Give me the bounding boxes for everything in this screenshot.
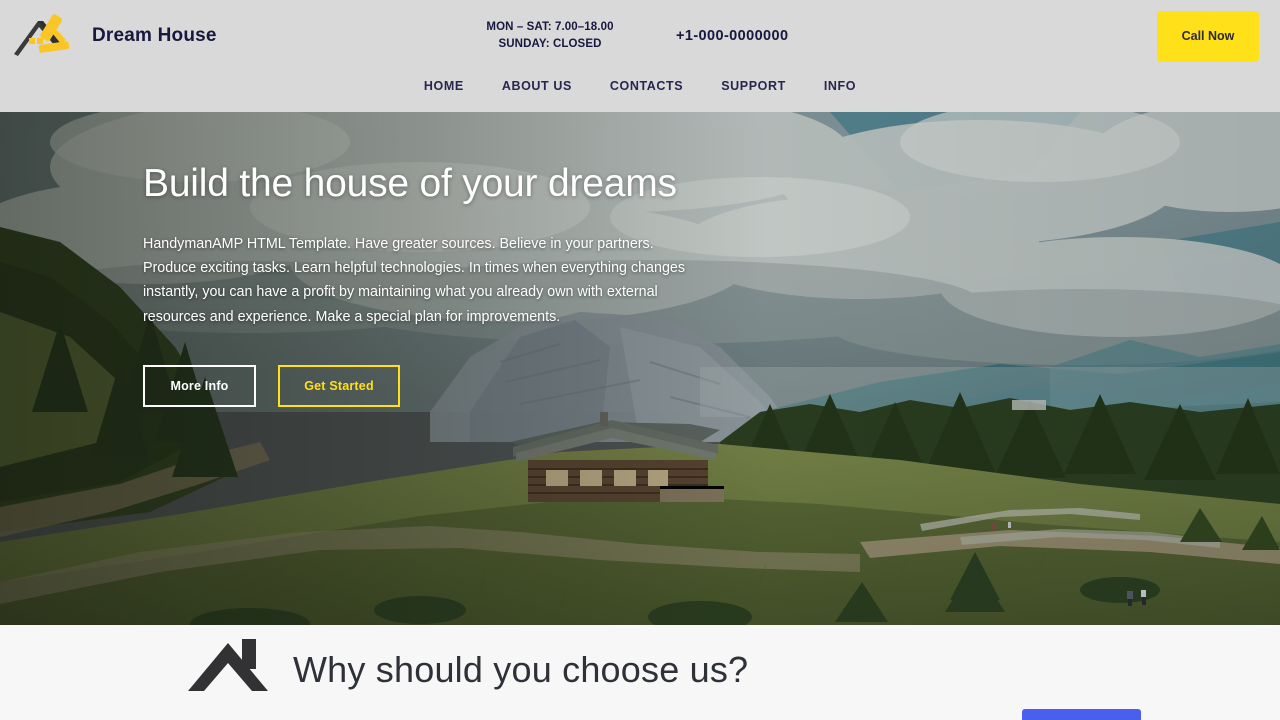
hours-sunday: SUNDAY: CLOSED [498,38,602,50]
opening-hours: MON – SAT: 7.00–18.00 SUNDAY: CLOSED [484,19,616,53]
nav-item-home[interactable]: HOME [424,79,464,93]
nav-item-about-us[interactable]: ABOUT US [502,79,572,93]
call-now-button[interactable]: Call Now [1157,11,1259,62]
house-roller-logo-icon [14,14,70,56]
nav-item-contacts[interactable]: CONTACTS [610,79,683,93]
hero-content: Build the house of your dreams HandymanA… [143,160,743,407]
house-roof-icon [188,639,268,691]
site-header: Dream House MON – SAT: 7.00–18.00 SUNDAY… [0,0,1280,112]
brand-name: Dream House [92,25,217,46]
accent-action-bar[interactable] [1022,709,1141,720]
main-navigation: HOME ABOUT US CONTACTS SUPPORT INFO [0,79,1280,93]
hero-section: Build the house of your dreams HandymanA… [0,112,1280,625]
nav-item-info[interactable]: INFO [824,79,856,93]
why-choose-us-section: Why should you choose us? [0,625,1280,720]
hero-title: Build the house of your dreams [143,162,677,205]
why-choose-us-title: Why should you choose us? [293,649,749,690]
nav-item-support[interactable]: SUPPORT [721,79,786,93]
get-started-button[interactable]: Get Started [278,364,400,407]
hero-paragraph: HandymanAMP HTML Template. Have greater … [143,236,686,325]
hours-weekdays: MON – SAT: 7.00–18.00 [486,21,614,33]
hero-button-group: More Info Get Started [143,364,743,407]
phone-number[interactable]: +1-000-0000000 [676,28,788,44]
house-roof-icon-wrap [180,625,276,695]
brand-logo-link[interactable]: Dream House [10,8,217,64]
more-info-button[interactable]: More Info [143,364,256,407]
